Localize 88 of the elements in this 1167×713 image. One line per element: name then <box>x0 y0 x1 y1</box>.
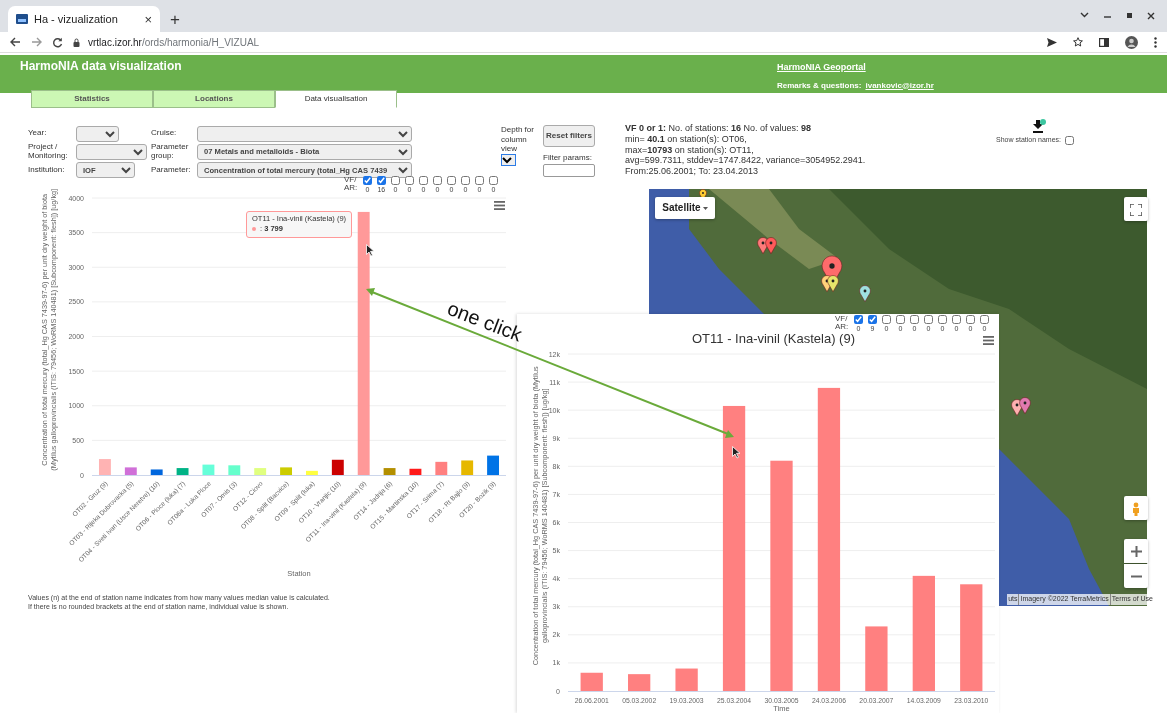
reload-icon[interactable] <box>52 36 63 48</box>
tab[interactable]: Locations <box>153 90 275 108</box>
star-icon[interactable] <box>1073 37 1083 47</box>
tab[interactable]: Statistics <box>31 90 153 108</box>
checkbox[interactable] <box>965 315 975 324</box>
ar-label: AR: <box>835 323 849 332</box>
remarks-label: Remarks & questions: <box>777 79 862 92</box>
checkbox[interactable] <box>432 175 442 185</box>
dropdown[interactable] <box>76 125 119 142</box>
bar[interactable] <box>150 469 163 475</box>
person-icon <box>1132 501 1140 516</box>
close-icon[interactable] <box>1147 12 1155 20</box>
filter-params-field[interactable] <box>543 164 595 177</box>
mouse-cursor-icon <box>366 244 375 257</box>
more-menu-icon[interactable] <box>1154 36 1157 48</box>
checkbox[interactable] <box>1065 135 1074 145</box>
back-arrow-icon[interactable] <box>10 37 21 47</box>
bar[interactable] <box>487 455 499 475</box>
address-field[interactable]: vrtlac.izor.hr/ords/harmonia/H_VIZUAL <box>88 34 260 50</box>
forward-arrow-icon[interactable] <box>31 37 42 47</box>
checkbox[interactable] <box>853 315 863 324</box>
bar[interactable] <box>124 467 137 475</box>
summary-line: VF 0 or 1: No. of stations: 16 No. of values: 98 <box>625 123 813 134</box>
field-label: Parameter: <box>151 163 192 176</box>
menu-icon[interactable] <box>983 336 994 345</box>
page-title: HarmoNIA data visualization <box>20 58 182 75</box>
checkbox[interactable] <box>937 315 947 324</box>
summary-line: max=10793 on station(s): OT11, <box>625 144 755 156</box>
favicon-icon <box>16 14 28 24</box>
depth-dropdown[interactable] <box>501 153 516 166</box>
field-label: Project / Monitoring: <box>28 143 69 161</box>
map-pin-icon <box>859 285 871 302</box>
checkbox[interactable] <box>404 175 414 185</box>
checkbox[interactable] <box>951 315 961 324</box>
checkbox[interactable] <box>895 315 905 324</box>
checkbox[interactable] <box>909 315 919 324</box>
annotation-text: one click <box>444 298 525 345</box>
bar[interactable] <box>409 468 422 475</box>
avatar-icon[interactable] <box>1125 35 1138 49</box>
bar[interactable] <box>176 467 189 475</box>
lock-icon <box>73 37 80 47</box>
browser-tab[interactable]: Ha - vizualization × <box>8 6 160 32</box>
checkbox[interactable] <box>460 175 470 185</box>
field-label: Cruise: <box>151 127 178 140</box>
reset-filters-button[interactable]: Reset filters <box>543 125 595 147</box>
checkbox[interactable] <box>376 175 386 185</box>
summary-line: avg=599.7311, stddev=1747.8422, variance=3054952.2941. <box>625 155 866 167</box>
chart-title: OT11 - Ina-vinil (Kastela) (9) <box>692 331 855 346</box>
field-label: Institution: <box>28 163 66 176</box>
checkbox[interactable] <box>881 315 891 324</box>
send-icon[interactable] <box>1047 37 1057 47</box>
checkbox[interactable] <box>488 175 498 185</box>
side-panel-icon[interactable] <box>1099 37 1109 47</box>
checkbox[interactable] <box>867 315 877 324</box>
plus-icon <box>1130 546 1142 558</box>
new-tab-button[interactable]: + <box>160 11 190 28</box>
zoom-in-button[interactable] <box>1124 539 1148 563</box>
zoom-out-button[interactable] <box>1124 564 1148 588</box>
download-icon[interactable] <box>1032 119 1046 133</box>
fullscreen-button[interactable] <box>1124 197 1148 221</box>
checkbox[interactable] <box>362 175 372 185</box>
bar[interactable] <box>331 459 344 475</box>
field-label: Parameter group: <box>151 143 190 161</box>
caret-icon <box>702 207 708 211</box>
field-label: Year: <box>28 127 48 140</box>
summary-line: From:25.06.2001; To: 23.04.2013 <box>625 166 759 177</box>
checkbox[interactable] <box>390 175 400 185</box>
checkbox[interactable] <box>474 175 484 185</box>
summary-line: min= 40.1 on station(s): OT06, <box>625 133 748 145</box>
checkbox[interactable] <box>979 315 989 324</box>
map-pin-icon <box>765 237 777 254</box>
map-type-button[interactable]: Satellite <box>655 197 715 219</box>
chevron-down-icon[interactable] <box>1080 12 1089 18</box>
bar[interactable] <box>383 467 396 475</box>
menu-icon[interactable] <box>494 200 505 210</box>
field-label: Depth for column view <box>501 125 534 154</box>
fullscreen-icon <box>1130 203 1142 216</box>
ar-label: AR: <box>344 184 358 193</box>
checkbox[interactable] <box>923 315 933 324</box>
tab-close-button[interactable]: × <box>144 12 152 26</box>
mouse-cursor-icon <box>732 446 741 459</box>
vf-label: VF/ <box>835 315 849 324</box>
map-pin-icon <box>1019 397 1031 414</box>
maximize-icon[interactable] <box>1126 12 1133 19</box>
checkbox[interactable] <box>418 175 428 185</box>
checkbox[interactable] <box>446 175 456 185</box>
field-label: Filter params: <box>543 152 593 164</box>
tab[interactable]: Data visualisation <box>275 90 397 108</box>
